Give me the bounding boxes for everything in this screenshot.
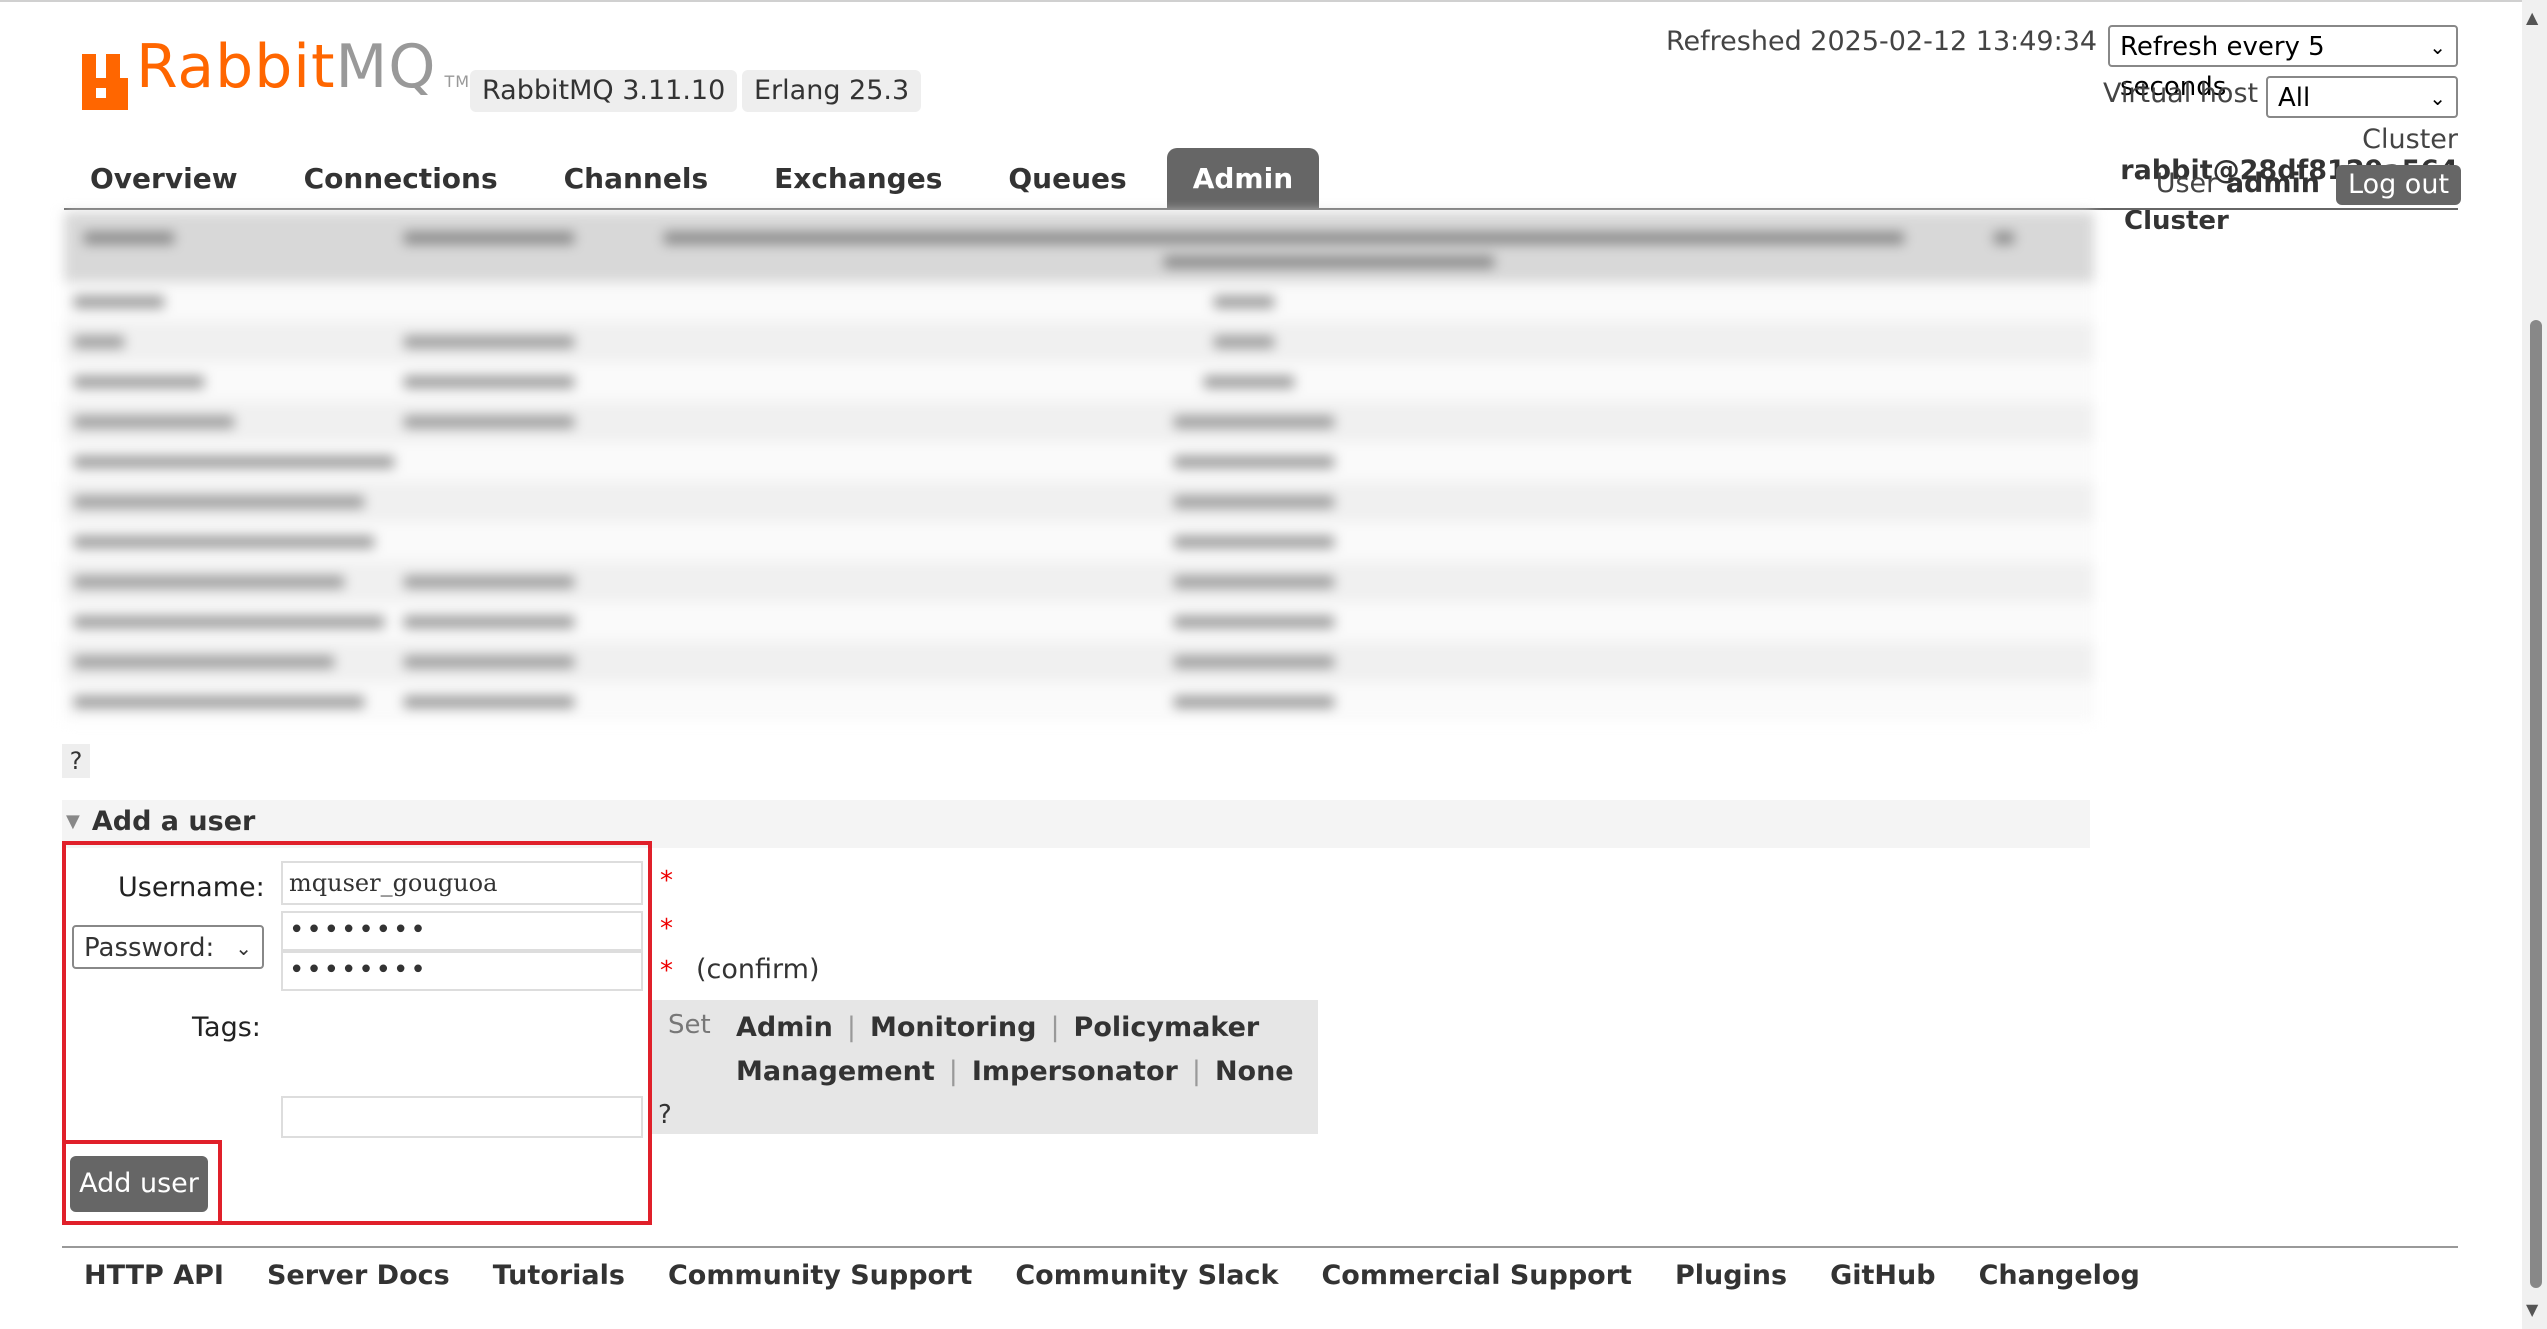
window-border bbox=[0, 0, 2547, 2]
footer-links: HTTP API Server Docs Tutorials Community… bbox=[84, 1260, 2183, 1291]
tag-link-management[interactable]: Management bbox=[736, 1056, 935, 1087]
footer-link-community-support[interactable]: Community Support bbox=[668, 1260, 972, 1291]
cluster-label: Cluster bbox=[2362, 124, 2458, 155]
table-row bbox=[64, 442, 2094, 482]
scrollbar-thumb[interactable] bbox=[2530, 320, 2542, 1288]
table-row bbox=[64, 522, 2094, 562]
tags-help-button[interactable]: ? bbox=[658, 1100, 672, 1130]
add-user-title-text: Add a user bbox=[91, 806, 256, 837]
add-user-section-title[interactable]: ▼ Add a user bbox=[66, 806, 255, 837]
set-tags-label: Set bbox=[668, 1010, 711, 1040]
table-row bbox=[64, 482, 2094, 522]
rabbitmq-logo[interactable]: RabbitMQ TM bbox=[82, 37, 471, 110]
tag-link-impersonator[interactable]: Impersonator bbox=[972, 1056, 1178, 1087]
table-header bbox=[64, 212, 2094, 282]
tab-overview[interactable]: Overview bbox=[64, 148, 264, 208]
footer-link-server-docs[interactable]: Server Docs bbox=[267, 1260, 450, 1291]
virtual-host-select[interactable]: All ⌄ bbox=[2266, 76, 2458, 118]
tag-link-none[interactable]: None bbox=[1215, 1056, 1294, 1087]
footer-link-http-api[interactable]: HTTP API bbox=[84, 1260, 224, 1291]
user-name: admin bbox=[2225, 168, 2320, 199]
tag-link-policymaker[interactable]: Policymaker bbox=[1074, 1012, 1260, 1043]
tab-queues[interactable]: Queues bbox=[982, 148, 1152, 208]
collapse-triangle-icon: ▼ bbox=[66, 811, 80, 832]
table-row bbox=[64, 682, 2094, 722]
required-marker: * bbox=[660, 956, 673, 986]
footer-link-changelog[interactable]: Changelog bbox=[1979, 1260, 2140, 1291]
table-row bbox=[64, 402, 2094, 442]
tag-link-monitoring[interactable]: Monitoring bbox=[870, 1012, 1036, 1043]
table-row bbox=[64, 322, 2094, 362]
logo-mq-text: MQ bbox=[335, 32, 437, 102]
footer-divider bbox=[62, 1246, 2458, 1248]
users-table-blurred bbox=[64, 212, 2094, 728]
table-row bbox=[64, 602, 2094, 642]
tag-link-admin[interactable]: Admin bbox=[736, 1012, 833, 1043]
rabbitmq-logo-icon bbox=[82, 54, 128, 110]
tag-links-row-2: Management | Impersonator | None bbox=[736, 1056, 1294, 1087]
logo-rabbit-text: Rabbit bbox=[136, 32, 336, 102]
footer-link-tutorials[interactable]: Tutorials bbox=[493, 1260, 625, 1291]
virtual-host-value: All bbox=[2278, 83, 2311, 113]
footer-link-community-slack[interactable]: Community Slack bbox=[1015, 1260, 1278, 1291]
footer-link-github[interactable]: GitHub bbox=[1830, 1260, 1935, 1291]
nav-divider bbox=[64, 208, 2458, 210]
footer-link-plugins[interactable]: Plugins bbox=[1675, 1260, 1787, 1291]
cluster-side-label: Cluster bbox=[2124, 206, 2229, 236]
confirm-label: (confirm) bbox=[696, 954, 820, 985]
erlang-badge: Erlang 25.3 bbox=[742, 70, 922, 112]
required-marker: * bbox=[660, 914, 673, 944]
virtual-host-label: Virtual host bbox=[2103, 78, 2259, 109]
help-button[interactable]: ? bbox=[62, 744, 90, 778]
logo-wordmark: RabbitMQ TM bbox=[136, 37, 471, 110]
table-row bbox=[64, 642, 2094, 682]
version-badge: RabbitMQ 3.11.10 bbox=[470, 70, 738, 112]
required-marker: * bbox=[660, 866, 673, 896]
user-info: User admin bbox=[2100, 168, 2320, 199]
tab-admin[interactable]: Admin bbox=[1166, 148, 1320, 208]
tab-connections[interactable]: Connections bbox=[278, 148, 524, 208]
scroll-up-arrow-icon[interactable]: ▲ bbox=[2526, 8, 2538, 27]
tag-links-row-1: Admin | Monitoring | Policymaker bbox=[736, 1012, 1260, 1043]
highlight-button-box bbox=[62, 1140, 222, 1225]
tab-channels[interactable]: Channels bbox=[538, 148, 735, 208]
table-row bbox=[64, 362, 2094, 402]
table-row bbox=[64, 282, 2094, 322]
refresh-interval-select[interactable]: Refresh every 5 seconds ⌄ bbox=[2108, 25, 2458, 102]
main-nav: Overview Connections Channels Exchanges … bbox=[64, 148, 1333, 208]
chevron-down-icon: ⌄ bbox=[2429, 86, 2446, 110]
table-row bbox=[64, 562, 2094, 602]
scroll-down-arrow-icon[interactable]: ▼ bbox=[2526, 1300, 2538, 1319]
chevron-down-icon: ⌄ bbox=[2429, 35, 2446, 59]
logo-tm-text: TM bbox=[444, 72, 471, 91]
tab-exchanges[interactable]: Exchanges bbox=[748, 148, 968, 208]
refreshed-timestamp: Refreshed 2025-02-12 13:49:34 bbox=[1666, 26, 2098, 57]
footer-link-commercial-support[interactable]: Commercial Support bbox=[1321, 1260, 1632, 1291]
logout-button[interactable]: Log out bbox=[2336, 165, 2462, 205]
user-label: User bbox=[2155, 168, 2218, 199]
